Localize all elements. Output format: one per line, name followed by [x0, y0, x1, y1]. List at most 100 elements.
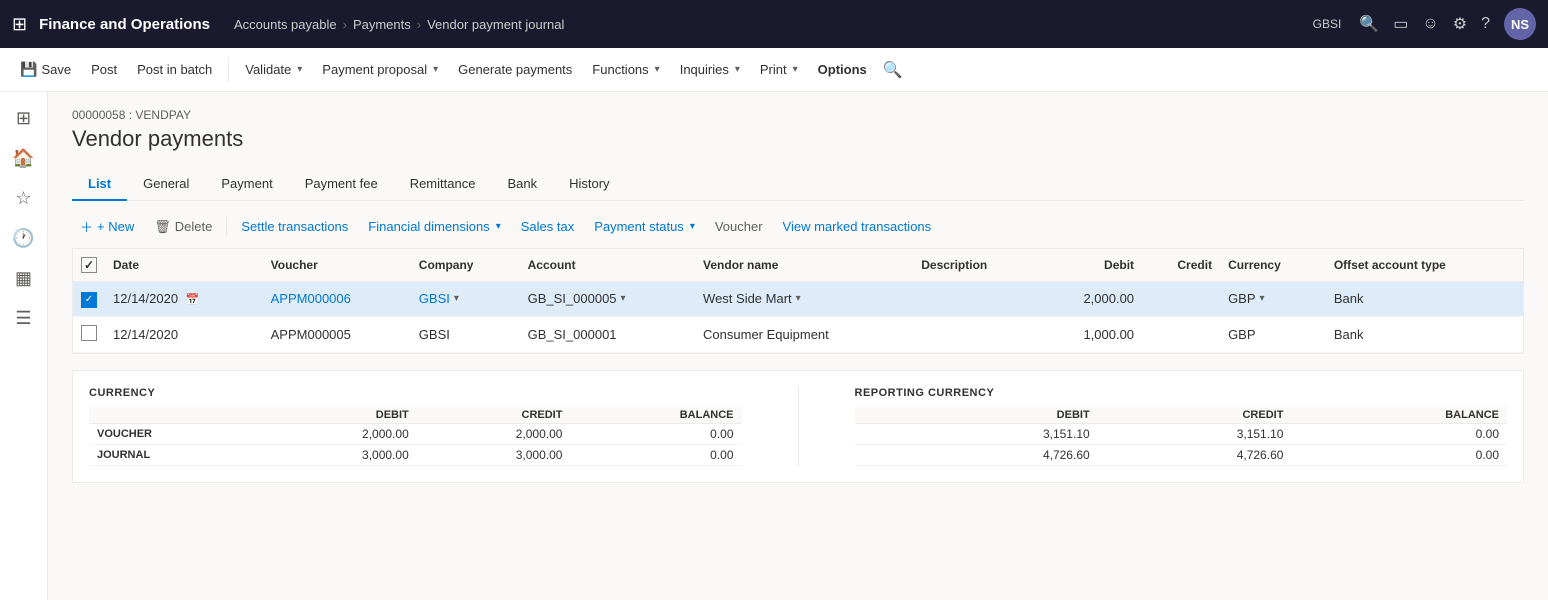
vendor-dropdown-icon[interactable]: ▾ — [796, 293, 801, 304]
summary-voucher-balance: 0.00 — [570, 423, 741, 444]
top-navigation: ⊞ Finance and Operations Accounts payabl… — [0, 0, 1548, 48]
panel-icon[interactable]: ▭ — [1393, 14, 1408, 34]
new-button[interactable]: ＋ + New — [72, 213, 142, 240]
summary-balance-col: BALANCE — [570, 407, 741, 424]
summary-journal-credit: 3,000.00 — [417, 444, 571, 465]
summary-voucher-label: VOUCHER — [89, 423, 263, 444]
action-bar: ＋ + New 🗑 Delete Settle transactions Fin… — [72, 213, 1524, 240]
tabs: List General Payment Payment fee Remitta… — [72, 168, 1524, 201]
app-grid-icon[interactable]: ⊞ — [12, 14, 27, 35]
toolbar-search-icon[interactable]: 🔍 — [883, 60, 903, 80]
separator — [228, 58, 229, 82]
save-button[interactable]: 💾 Save — [12, 57, 79, 82]
cell-offset-account-type: Bank — [1326, 316, 1523, 352]
sidebar-clock-icon[interactable]: 🕐 — [6, 220, 42, 256]
tab-payment-fee[interactable]: Payment fee — [289, 168, 394, 201]
col-credit: Credit — [1142, 249, 1220, 282]
currency-dropdown-icon[interactable]: ▾ — [1260, 293, 1265, 304]
summary-label-col — [89, 407, 263, 424]
nav-icons: GBSI 🔍 ▭ ☺ ⚙ ? NS — [1313, 8, 1536, 40]
select-all-header[interactable]: ✓ — [73, 249, 105, 282]
emoji-icon[interactable]: ☺ — [1422, 15, 1438, 33]
print-button[interactable]: Print — [752, 58, 806, 81]
row-checkbox[interactable]: ✓ — [73, 282, 105, 317]
summary-journal-debit: 3,000.00 — [263, 444, 417, 465]
post-in-batch-button[interactable]: Post in batch — [129, 58, 220, 81]
tab-history[interactable]: History — [553, 168, 625, 201]
sales-tax-button[interactable]: Sales tax — [513, 215, 582, 238]
row-checkbox[interactable] — [73, 316, 105, 352]
summary-debit-col: DEBIT — [263, 407, 417, 424]
breadcrumb-accounts-payable[interactable]: Accounts payable — [234, 17, 337, 32]
table-row[interactable]: 12/14/2020 APPM000005 GBSI GB_SI_000001 … — [73, 316, 1523, 352]
company-dropdown-icon[interactable]: ▾ — [454, 293, 459, 304]
post-button[interactable]: Post — [83, 58, 125, 81]
view-marked-transactions-button[interactable]: View marked transactions — [775, 215, 940, 238]
rep-voucher-debit: 3,151.10 — [904, 423, 1098, 444]
tab-general[interactable]: General — [127, 168, 205, 201]
gear-icon[interactable]: ⚙ — [1453, 14, 1467, 34]
cell-debit: 1,000.00 — [1040, 316, 1143, 352]
sidebar-star-icon[interactable]: ☆ — [6, 180, 42, 216]
table-row[interactable]: ✓ 12/14/2020 📅 APPM000006 GBSI — [73, 282, 1523, 317]
rep-journal-balance: 0.00 — [1291, 444, 1507, 465]
search-icon[interactable]: 🔍 — [1359, 14, 1379, 34]
sidebar-grid-icon[interactable]: ▦ — [6, 260, 42, 296]
delete-button[interactable]: 🗑 Delete — [146, 215, 220, 239]
tab-list[interactable]: List — [72, 168, 127, 201]
cell-company: GBSI — [411, 316, 520, 352]
tab-bank[interactable]: Bank — [491, 168, 553, 201]
cell-credit — [1142, 316, 1220, 352]
inquiries-button[interactable]: Inquiries — [672, 58, 748, 81]
breadcrumb-vendor-payment-journal[interactable]: Vendor payment journal — [427, 17, 564, 32]
tab-remittance[interactable]: Remittance — [394, 168, 492, 201]
functions-button[interactable]: Functions — [584, 58, 667, 81]
cell-vendor-name: West Side Mart ▾ — [695, 282, 913, 317]
tab-payment[interactable]: Payment — [205, 168, 288, 201]
save-icon: 💾 — [20, 61, 37, 78]
voucher-button[interactable]: Voucher — [707, 215, 771, 238]
main-content: 00000058 : VENDPAY Vendor payments List … — [48, 92, 1548, 600]
col-voucher: Voucher — [263, 249, 411, 282]
options-button[interactable]: Options — [810, 58, 875, 81]
sidebar-list-icon[interactable]: ☰ — [6, 300, 42, 336]
reporting-currency-summary: REPORTING CURRENCY DEBIT CREDIT BALANCE — [855, 387, 1508, 466]
settle-transactions-button[interactable]: Settle transactions — [233, 215, 356, 238]
summary-voucher-row: VOUCHER 2,000.00 2,000.00 0.00 — [89, 423, 742, 444]
col-vendor-name: Vendor name — [695, 249, 913, 282]
validate-button[interactable]: Validate — [237, 58, 310, 81]
rep-journal-credit: 4,726.60 — [1098, 444, 1292, 465]
financial-dimensions-button[interactable]: Financial dimensions — [360, 215, 508, 238]
summary-journal-row: JOURNAL 3,000.00 3,000.00 0.00 — [89, 444, 742, 465]
payment-status-button[interactable]: Payment status — [586, 215, 703, 238]
sidebar-filter-icon[interactable]: ⊞ — [6, 100, 42, 136]
generate-payments-button[interactable]: Generate payments — [450, 58, 580, 81]
calendar-icon[interactable]: 📅 — [186, 294, 200, 306]
reporting-currency-title: REPORTING CURRENCY — [855, 387, 1508, 399]
cell-vendor-name: Consumer Equipment — [695, 316, 913, 352]
org-badge: GBSI — [1313, 17, 1342, 31]
cell-description[interactable] — [913, 282, 1039, 317]
sidebar: ⊞ 🏠 ☆ 🕐 ▦ ☰ — [0, 92, 48, 600]
rep-label-col — [855, 407, 904, 424]
summary-voucher-credit: 2,000.00 — [417, 423, 571, 444]
cell-description — [913, 316, 1039, 352]
cell-debit: 2,000.00 — [1040, 282, 1143, 317]
journal-ref: 00000058 : VENDPAY — [72, 108, 1524, 122]
select-all-checkbox[interactable]: ✓ — [81, 257, 97, 273]
col-company: Company — [411, 249, 520, 282]
breadcrumb: Accounts payable › Payments › Vendor pay… — [234, 17, 1305, 32]
breadcrumb-payments[interactable]: Payments — [353, 17, 411, 32]
page-title: Vendor payments — [72, 126, 1524, 152]
payment-proposal-button[interactable]: Payment proposal — [314, 58, 446, 81]
help-icon[interactable]: ? — [1481, 15, 1490, 33]
col-offset-account-type: Offset account type — [1326, 249, 1523, 282]
cell-company: GBSI ▾ — [411, 282, 520, 317]
cell-currency: GBP ▾ — [1220, 282, 1326, 317]
rep-debit-col: DEBIT — [904, 407, 1098, 424]
cell-account: GB_SI_000001 — [520, 316, 695, 352]
rep-voucher-label — [855, 423, 904, 444]
account-dropdown-icon[interactable]: ▾ — [621, 293, 626, 304]
sidebar-home-icon[interactable]: 🏠 — [6, 140, 42, 176]
avatar[interactable]: NS — [1504, 8, 1536, 40]
